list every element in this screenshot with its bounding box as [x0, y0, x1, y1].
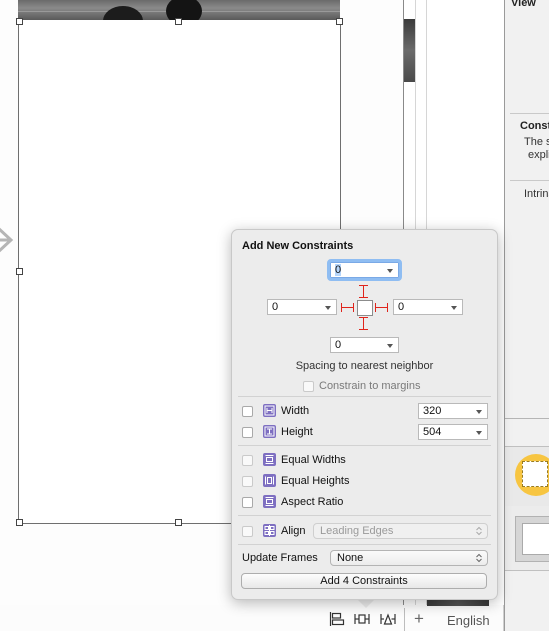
bottom-spacing-value[interactable]: 0 [335, 339, 341, 351]
resize-handle-top-right[interactable] [336, 18, 343, 25]
chevron-down-icon[interactable] [476, 410, 482, 414]
inspector-section-title: View [511, 0, 536, 9]
equal-heights-label[interactable]: Equal Heights [281, 475, 350, 487]
divider [238, 396, 491, 397]
align-popup-value: Leading Edges [320, 525, 394, 537]
inspector-panel: View Const The s expli Intrins [504, 0, 549, 631]
align-checkbox[interactable] [242, 526, 253, 537]
height-value-combo[interactable]: 504 [418, 424, 488, 440]
chevron-down-icon[interactable] [451, 306, 457, 310]
initial-view-controller-arrow-icon [0, 227, 14, 253]
aspect-ratio-label[interactable]: Aspect Ratio [281, 496, 343, 508]
constraints-heading: Const [520, 120, 549, 132]
right-spacing-combo[interactable]: 0 [393, 299, 463, 315]
height-label[interactable]: Height [281, 426, 313, 438]
left-spacing-combo[interactable]: 0 [267, 299, 337, 315]
divider [238, 515, 491, 516]
add-constraints-popover: Add New Constraints 0 0 0 0 Spacing to n… [231, 229, 498, 600]
spacing-caption: Spacing to nearest neighbor [295, 360, 434, 372]
update-frames-label: Update Frames [242, 552, 318, 564]
popover-title: Add New Constraints [242, 240, 354, 252]
equal-widths-icon [263, 453, 276, 466]
divider [238, 544, 491, 545]
constraints-description: The s expli [524, 136, 549, 162]
width-constraint-icon [263, 404, 276, 417]
top-spacing-combo[interactable]: 0 [327, 259, 402, 281]
divider [238, 445, 491, 446]
chevron-down-icon[interactable] [387, 344, 393, 348]
equal-heights-checkbox[interactable] [242, 476, 253, 487]
align-popup-button[interactable]: Leading Edges [313, 523, 488, 539]
constrain-to-margins-checkbox[interactable] [303, 381, 314, 392]
equal-widths-checkbox[interactable] [242, 455, 253, 466]
divider [510, 113, 549, 114]
add-constraints-button[interactable]: Add 4 Constraints [241, 573, 487, 589]
up-down-chevron-icon [476, 553, 482, 563]
up-down-chevron-icon [476, 526, 482, 536]
height-constraint-icon [263, 425, 276, 438]
align-icon[interactable] [329, 612, 345, 626]
aspect-ratio-checkbox[interactable] [242, 497, 253, 508]
align-constraint-icon [263, 524, 276, 537]
chevron-down-icon[interactable] [387, 269, 393, 273]
width-label[interactable]: Width [281, 405, 309, 417]
right-spacing-value[interactable]: 0 [398, 301, 404, 313]
left-spacing-value[interactable]: 0 [272, 301, 278, 313]
divider [404, 608, 405, 631]
constrain-to-margins-label[interactable]: Constrain to margins [319, 380, 421, 392]
width-value[interactable]: 320 [423, 405, 441, 417]
resize-handle-top[interactable] [175, 18, 182, 25]
chevron-down-icon[interactable] [325, 306, 331, 310]
resize-handle-bottom-left[interactable] [16, 519, 23, 526]
scene-thumbnail[interactable] [404, 19, 415, 82]
object-library-view-icon[interactable] [515, 454, 549, 496]
height-value[interactable]: 504 [423, 426, 441, 438]
top-spacing-value[interactable]: 0 [335, 264, 342, 276]
aspect-ratio-icon [263, 495, 276, 508]
width-value-combo[interactable]: 320 [418, 403, 488, 419]
resize-handle-top-left[interactable] [16, 18, 23, 25]
constraints-description-line: The s [524, 136, 549, 148]
divider [510, 180, 549, 181]
resolve-issues-icon[interactable] [380, 612, 396, 626]
resize-handle-bottom[interactable] [175, 519, 182, 526]
equal-heights-icon [263, 474, 276, 487]
selected-view-placeholder-icon [357, 300, 373, 316]
scene-background-image [18, 0, 340, 20]
intrinsic-size-label: Intrins [524, 188, 549, 200]
divider [505, 418, 549, 419]
width-checkbox[interactable] [242, 406, 253, 417]
align-label[interactable]: Align [281, 525, 305, 537]
equal-widths-label[interactable]: Equal Widths [281, 454, 346, 466]
chevron-down-icon[interactable] [476, 431, 482, 435]
constraints-description-line: expli [528, 149, 549, 161]
pin-icon[interactable] [354, 612, 370, 626]
add-localization-button[interactable]: + [414, 610, 424, 628]
update-frames-value: None [337, 552, 364, 564]
bottom-spacing-combo[interactable]: 0 [330, 337, 399, 353]
library-item-text-field-icon[interactable] [515, 516, 549, 562]
height-checkbox[interactable] [242, 427, 253, 438]
resize-handle-left[interactable] [16, 268, 23, 275]
update-frames-popup-button[interactable]: None [330, 550, 488, 566]
language-label[interactable]: English [447, 613, 490, 628]
